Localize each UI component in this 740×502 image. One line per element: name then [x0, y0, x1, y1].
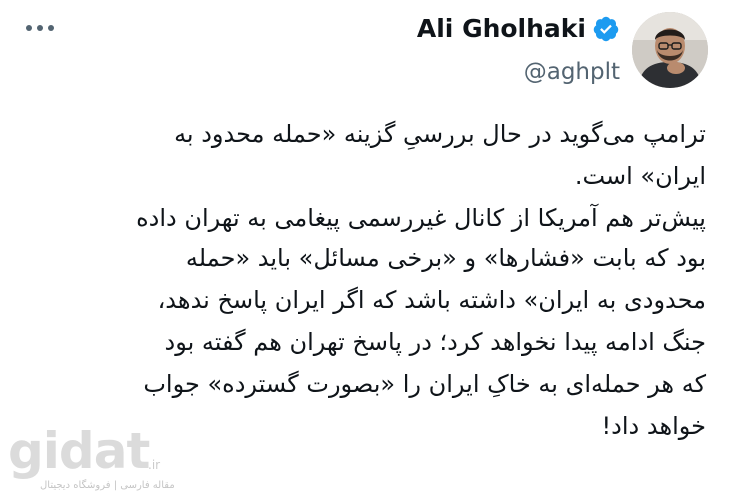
- author-info[interactable]: Ali Gholhaki @aghplt: [417, 14, 620, 85]
- more-dot-icon: [37, 25, 43, 31]
- author-display-name[interactable]: Ali Gholhaki: [417, 14, 586, 43]
- author-handle[interactable]: @aghplt: [417, 59, 620, 85]
- more-options-button[interactable]: [26, 18, 54, 38]
- avatar-image: [632, 12, 708, 88]
- more-dot-icon: [48, 25, 54, 31]
- tweet-text-line: جنگ ادامه پیدا نخواهد کرد؛ در پاسخ تهران…: [164, 328, 706, 356]
- tweet-text-line: بود که بابت «فشارها» و «برخی مسائل» باید…: [185, 244, 706, 272]
- watermark-tagline: مقاله فارسی | فروشگاه دیجیتال: [40, 480, 175, 491]
- tweet-header: Ali Gholhaki @aghplt: [0, 0, 740, 100]
- author-avatar[interactable]: [632, 12, 708, 88]
- tweet-body: ترامپ می‌گوید در حال بررسیِ گزینه «حمله …: [0, 118, 740, 442]
- tweet-text-line: پیش‌تر هم آمریکا از کانال غیررسمی پیغامی…: [136, 204, 706, 232]
- watermark-logo: gidat .ir مقاله فارسی | فروشگاه دیجیتال: [8, 422, 175, 498]
- tweet-text-line: ایران» است.: [574, 162, 706, 190]
- watermark-brand: gidat: [8, 422, 150, 480]
- more-dot-icon: [26, 25, 32, 31]
- tweet-text-line: محدودی به ایران» داشته باشد که اگر ایران…: [157, 286, 706, 314]
- verified-badge-icon: [593, 16, 619, 41]
- tweet-text-line: ترامپ می‌گوید در حال بررسیِ گزینه «حمله …: [174, 120, 706, 148]
- tweet-text-line: که هر حمله‌ای به خاکِ ایران را «بصورت گس…: [143, 370, 706, 398]
- watermark-tld: .ir: [148, 458, 161, 472]
